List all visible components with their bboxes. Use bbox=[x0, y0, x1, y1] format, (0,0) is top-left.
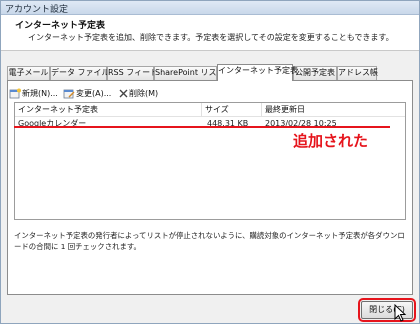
delete-button[interactable]: 削除(M) bbox=[118, 87, 166, 101]
info-note: インターネット予定表の発行者によってリストが停止されないように、購読対象のインタ… bbox=[14, 231, 405, 251]
mouse-pointer-icon bbox=[394, 304, 407, 322]
calendar-name: Googleカレンダー bbox=[18, 119, 87, 128]
change-button[interactable]: 変更(A)... bbox=[63, 87, 115, 101]
calendar-edit-icon bbox=[63, 89, 75, 99]
column-header-size[interactable]: サイズ bbox=[202, 103, 262, 117]
tab-data-files[interactable]: データ ファイル bbox=[50, 66, 110, 80]
new-button[interactable]: 新規(N)... bbox=[9, 87, 61, 101]
header-description: インターネット予定表を追加、削除できます。予定表を選択してその設定を変更すること… bbox=[28, 33, 394, 42]
list-header: インターネット予定表 サイズ 最終更新日 bbox=[15, 103, 405, 117]
tab-email[interactable]: 電子メール bbox=[7, 66, 50, 80]
calendar-updated: 2013/02/28 10:25 bbox=[265, 119, 337, 128]
change-button-label: 変更(A)... bbox=[76, 89, 112, 98]
calendar-new-icon bbox=[9, 88, 21, 99]
tab-rss-feeds[interactable]: RSS フィード bbox=[107, 66, 158, 80]
annotation-underline bbox=[14, 126, 390, 128]
account-settings-window: アカウント設定 インターネット予定表 インターネット予定表を追加、削除できます。… bbox=[0, 0, 420, 324]
tab-address-books[interactable]: アドレス帳 bbox=[337, 66, 378, 80]
header-title: インターネット予定表 bbox=[15, 21, 106, 31]
annotation-text: 追加された bbox=[293, 132, 369, 150]
tab-sharepoint-lists[interactable]: SharePoint リスト bbox=[154, 66, 225, 80]
new-button-label: 新規(N)... bbox=[22, 89, 58, 98]
delete-button-label: 削除(M) bbox=[129, 89, 159, 98]
list-item[interactable]: Googleカレンダー 448.31 KB 2013/02/28 10:25 bbox=[15, 118, 405, 130]
calendar-list[interactable]: インターネット予定表 サイズ 最終更新日 Googleカレンダー 448.31 … bbox=[14, 102, 406, 220]
calendar-size: 448.31 KB bbox=[207, 119, 249, 128]
header-panel: インターネット予定表 インターネット予定表を追加、削除できます。予定表を選択して… bbox=[1, 15, 419, 51]
tab-published-calendars[interactable]: 公開予定表 bbox=[293, 66, 337, 80]
column-header-calendar[interactable]: インターネット予定表 bbox=[15, 103, 202, 117]
window-title: アカウント設定 bbox=[5, 5, 69, 15]
tab-strip: 電子メール データ ファイル RSS フィード SharePoint リスト イ… bbox=[7, 64, 411, 81]
tab-internet-calendars[interactable]: インターネット予定表 bbox=[217, 64, 298, 81]
list-toolbar: 新規(N)... 変更(A)... 削除(M) bbox=[9, 87, 209, 101]
title-bar: アカウント設定 bbox=[1, 1, 419, 15]
column-header-updated[interactable]: 最終更新日 bbox=[262, 103, 405, 117]
